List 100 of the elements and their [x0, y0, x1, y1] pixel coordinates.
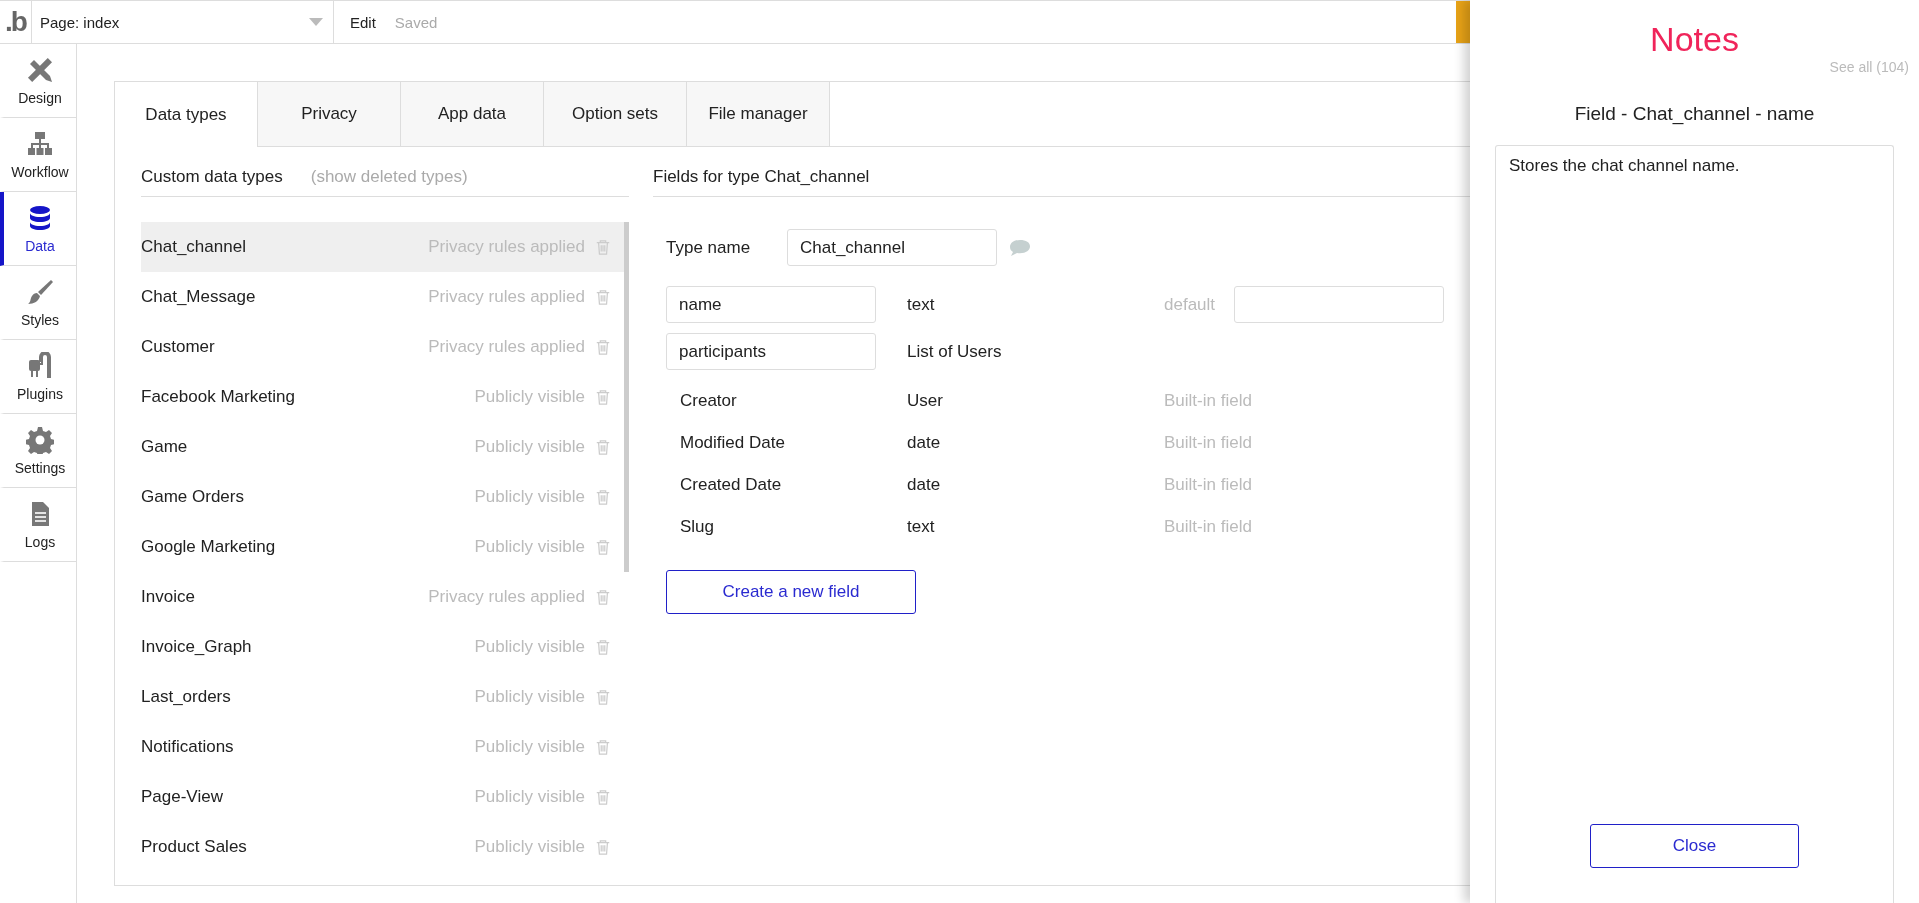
- scrollbar[interactable]: [624, 222, 629, 572]
- speech-bubble-icon[interactable]: [1009, 238, 1031, 257]
- logo[interactable]: .b: [5, 6, 26, 38]
- sidebar-tab[interactable]: Workflow: [0, 118, 76, 192]
- trash-icon[interactable]: [595, 739, 611, 755]
- data-type-row[interactable]: Game Orders Publicly visible: [141, 472, 624, 522]
- default-label: default: [1164, 294, 1217, 315]
- gear-icon: [26, 425, 54, 454]
- type-name-field[interactable]: Chat_channel: [787, 229, 997, 266]
- privacy-status: Publicly visible: [474, 537, 585, 557]
- sidebar-tab[interactable]: Settings: [0, 414, 76, 488]
- trash-icon[interactable]: [595, 639, 611, 655]
- data-type-name: Customer: [141, 337, 216, 357]
- privacy-status: Publicly visible: [474, 437, 585, 457]
- privacy-status: Privacy rules applied: [428, 337, 585, 357]
- data-type-name: Invoice_Graph: [141, 637, 253, 657]
- tab[interactable]: File manager: [687, 82, 830, 146]
- trash-icon[interactable]: [595, 389, 611, 405]
- field-name-input[interactable]: name: [666, 286, 876, 323]
- privacy-status: Publicly visible: [474, 687, 585, 707]
- data-type-row[interactable]: Invoice_Graph Publicly visible: [141, 622, 624, 672]
- hierarchy-icon: [26, 129, 54, 158]
- data-type-row[interactable]: Last_orders Publicly visible: [141, 672, 624, 722]
- field-type: User: [907, 391, 944, 411]
- data-type-row[interactable]: Product Sales Publicly visible: [141, 822, 624, 872]
- note-text: Stores the chat channel name.: [1509, 156, 1741, 177]
- field-type[interactable]: text: [907, 294, 1164, 315]
- data-type-name: Page-View: [141, 787, 224, 807]
- notes-title: Notes: [1650, 20, 1739, 59]
- brush-icon: [26, 277, 54, 306]
- plug-icon: [26, 351, 54, 380]
- caret-icon: [309, 18, 323, 26]
- page-dropdown[interactable]: Page: index: [32, 1, 334, 43]
- data-type-name: Game Orders: [141, 487, 245, 507]
- data-type-name: Last_orders: [141, 687, 232, 707]
- trash-icon[interactable]: [595, 489, 611, 505]
- privacy-status: Privacy rules applied: [428, 587, 585, 607]
- trash-icon[interactable]: [595, 589, 611, 605]
- data-type-row[interactable]: Game Publicly visible: [141, 422, 624, 472]
- default-value-field[interactable]: [1234, 286, 1444, 323]
- trash-icon[interactable]: [595, 689, 611, 705]
- trash-icon[interactable]: [595, 439, 611, 455]
- tab[interactable]: App data: [401, 82, 544, 146]
- field-type: date: [907, 433, 942, 453]
- privacy-status: Privacy rules applied: [428, 287, 585, 307]
- field-name-input[interactable]: participants: [666, 333, 876, 370]
- trash-icon[interactable]: [595, 839, 611, 855]
- field-name: Created Date: [679, 475, 783, 495]
- sidebar-tab[interactable]: Styles: [0, 266, 76, 340]
- data-type-name: Facebook Marketing: [141, 387, 297, 407]
- privacy-status: Publicly visible: [474, 637, 585, 657]
- section-title: Custom data types: [141, 166, 283, 187]
- field-type: date: [907, 475, 942, 495]
- field-type[interactable]: List of Users: [907, 341, 1164, 362]
- privacy-status: Publicly visible: [474, 787, 585, 807]
- sidebar-tab[interactable]: Design: [0, 44, 76, 118]
- sidebar-tab[interactable]: Plugins: [0, 340, 76, 414]
- data-type-name: Chat_Message: [141, 287, 257, 307]
- toolbar-button[interactable]: [1456, 1, 1470, 43]
- note-text-area[interactable]: Stores the chat channel name. Close: [1495, 145, 1894, 903]
- data-type-name: Google Marketing: [141, 537, 277, 557]
- section-title: Fields for type Chat_channel: [653, 166, 870, 187]
- data-type-name: Product Sales: [141, 837, 248, 857]
- edit-menu[interactable]: Edit: [350, 13, 376, 31]
- privacy-status: Publicly visible: [474, 837, 585, 857]
- data-type-name: Notifications: [141, 737, 235, 757]
- data-type-row[interactable]: Page-View Publicly visible: [141, 772, 624, 822]
- field-name: Slug: [679, 517, 716, 537]
- data-type-row[interactable]: Facebook Marketing Publicly visible: [141, 372, 624, 422]
- built-in-label: Built-in field: [1164, 517, 1252, 537]
- privacy-status: Publicly visible: [474, 387, 585, 407]
- data-type-row[interactable]: Google Marketing Publicly visible: [141, 522, 624, 572]
- data-type-row[interactable]: Invoice Privacy rules applied: [141, 572, 624, 622]
- built-in-label: Built-in field: [1164, 475, 1252, 495]
- field-name: Modified Date: [679, 433, 786, 453]
- sidebar-tab[interactable]: Data: [0, 192, 76, 266]
- create-field-button[interactable]: Create a new field: [666, 570, 916, 614]
- trash-icon[interactable]: [595, 339, 611, 355]
- built-in-label: Built-in field: [1164, 391, 1252, 411]
- field-type: text: [907, 517, 936, 537]
- data-type-name: Invoice: [141, 587, 196, 607]
- data-type-name: Game: [141, 437, 189, 457]
- tab[interactable]: Privacy: [258, 82, 401, 146]
- data-type-name: Chat_channel: [141, 237, 247, 257]
- trash-icon[interactable]: [595, 789, 611, 805]
- data-type-row[interactable]: Customer Privacy rules applied: [141, 322, 624, 372]
- trash-icon[interactable]: [595, 539, 611, 555]
- trash-icon[interactable]: [595, 239, 611, 255]
- field-name: Creator: [679, 391, 738, 411]
- tab[interactable]: Data types: [115, 82, 258, 147]
- sidebar-tab[interactable]: Logs: [0, 488, 76, 562]
- note-subject: Field - Chat_channel - name: [1574, 103, 1815, 125]
- privacy-status: Publicly visible: [474, 737, 585, 757]
- save-status: Saved: [394, 13, 438, 31]
- data-type-row[interactable]: Notifications Publicly visible: [141, 722, 624, 772]
- built-in-label: Built-in field: [1164, 433, 1252, 453]
- close-button[interactable]: Close: [1590, 824, 1799, 868]
- tab[interactable]: Option sets: [544, 82, 687, 146]
- trash-icon[interactable]: [595, 289, 611, 305]
- data-type-row[interactable]: Chat_Message Privacy rules applied: [141, 272, 624, 322]
